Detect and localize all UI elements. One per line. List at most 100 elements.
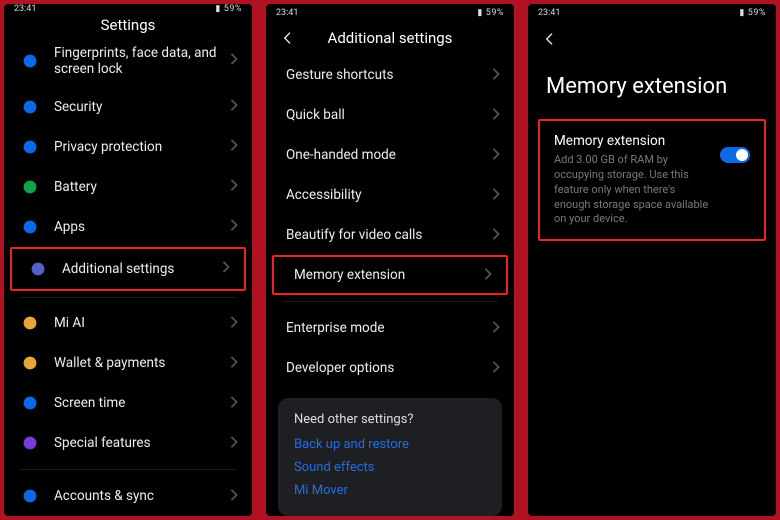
settings-item-label: Accounts & sync — [54, 488, 230, 504]
settings-item-label: Battery — [54, 179, 230, 195]
settings-item[interactable]: Accessibility — [266, 175, 514, 215]
settings-item[interactable]: Fingerprints, face data, and screen lock — [4, 35, 252, 87]
star-icon — [20, 433, 40, 453]
chevron-right-icon — [230, 219, 238, 234]
battery-percent: 59% — [224, 4, 242, 14]
settings-item[interactable]: Beautify for video calls — [266, 215, 514, 255]
divider — [20, 469, 236, 470]
chevron-right-icon — [492, 148, 500, 163]
settings-item[interactable]: Mi AI — [4, 303, 252, 343]
sliders-icon — [28, 259, 48, 279]
settings-list: Fingerprints, face data, and screen lock… — [4, 35, 252, 291]
settings-item-label: Security — [54, 99, 230, 115]
page-title: Additional settings — [296, 29, 484, 47]
timer-icon — [20, 393, 40, 413]
chevron-right-icon — [230, 356, 238, 371]
settings-item-label: Accessibility — [286, 187, 492, 203]
back-button[interactable] — [542, 31, 558, 47]
shield-icon — [20, 97, 40, 117]
settings-item[interactable]: Special features — [4, 423, 252, 463]
chevron-right-icon — [230, 99, 238, 114]
ai-icon — [20, 313, 40, 333]
settings-item-label: Developer options — [286, 360, 492, 376]
card-heading: Need other settings? — [294, 412, 486, 427]
settings-item-label: Memory extension — [294, 267, 484, 283]
settings-item[interactable]: Quick ball — [266, 95, 514, 135]
battery-icon: ▮ — [477, 8, 482, 18]
header: Settings — [4, 15, 252, 35]
settings-item[interactable]: Enterprise mode — [266, 308, 514, 348]
memory-extension-row[interactable]: Memory extension Add 3.00 GB of RAM by o… — [538, 119, 766, 241]
chevron-right-icon — [492, 361, 500, 376]
chevron-right-icon — [230, 489, 238, 504]
status-time: 23:41 — [276, 8, 298, 18]
settings-item-label: Screen time — [54, 395, 230, 411]
memory-extension-label: Memory extension — [554, 133, 712, 149]
status-bar: 23:41 ▮ 59% — [266, 4, 514, 22]
settings-item[interactable]: Gesture shortcuts — [266, 55, 514, 95]
battery-percent: 59% — [486, 8, 504, 18]
link-backup-restore[interactable]: Back up and restore — [294, 437, 486, 452]
settings-item[interactable]: Security — [4, 87, 252, 127]
chevron-right-icon — [230, 436, 238, 451]
settings-item[interactable]: Apps — [4, 207, 252, 247]
settings-list-3: Accounts & sync — [4, 476, 252, 516]
battery-icon — [20, 177, 40, 197]
chevron-right-icon — [492, 108, 500, 123]
settings-item[interactable]: Battery — [4, 167, 252, 207]
status-time: 23:41 — [538, 8, 560, 18]
settings-item-label: Enterprise mode — [286, 320, 492, 336]
settings-item-label: Apps — [54, 219, 230, 235]
settings-item-label: Fingerprints, face data, and screen lock — [54, 45, 230, 77]
wallet-icon — [20, 353, 40, 373]
battery-icon: ▮ — [739, 8, 744, 18]
settings-item[interactable]: Memory extension — [272, 255, 508, 295]
chevron-right-icon — [492, 321, 500, 336]
settings-item-label: One-handed mode — [286, 147, 492, 163]
memory-extension-toggle[interactable] — [720, 147, 750, 163]
chevron-right-icon — [484, 268, 492, 283]
settings-item-label: Special features — [54, 435, 230, 451]
settings-item-label: Gesture shortcuts — [286, 67, 492, 83]
battery-percent: 59% — [748, 8, 766, 18]
back-button[interactable] — [280, 30, 296, 46]
header: Additional settings — [266, 22, 514, 55]
link-sound-effects[interactable]: Sound effects — [294, 460, 486, 475]
settings-item-label: Beautify for video calls — [286, 227, 492, 243]
gear-icon — [20, 217, 40, 237]
page-title: Settings — [18, 16, 238, 34]
settings-item[interactable]: Developer options — [266, 348, 514, 388]
page-title: Memory extension — [528, 56, 776, 111]
settings-item-label: Additional settings — [62, 261, 222, 277]
status-icons: ▮ 59% — [477, 8, 504, 18]
link-mi-mover[interactable]: Mi Mover — [294, 483, 486, 498]
settings-item-label: Privacy protection — [54, 139, 230, 155]
chevron-right-icon — [230, 316, 238, 331]
status-bar: 23:41 ▮ 59% — [4, 4, 252, 15]
status-icons: ▮ 59% — [739, 8, 766, 18]
chevron-right-icon — [492, 188, 500, 203]
settings-item[interactable]: Screen time — [4, 383, 252, 423]
chevron-right-icon — [222, 261, 230, 276]
settings-item[interactable]: One-handed mode — [266, 135, 514, 175]
settings-item[interactable]: Wallet & payments — [4, 343, 252, 383]
divider — [20, 297, 236, 298]
settings-item[interactable]: Privacy protection — [4, 127, 252, 167]
additional-settings-screen: 23:41 ▮ 59% Additional settings Gesture … — [266, 4, 514, 516]
header — [528, 22, 776, 56]
status-time: 23:41 — [14, 4, 36, 14]
settings-screen: 23:41 ▮ 59% Settings Fingerprints, face … — [4, 4, 252, 516]
need-other-settings-card: Need other settings? Back up and restore… — [278, 398, 502, 516]
fingerprint-icon — [20, 51, 40, 71]
settings-item[interactable]: Additional settings — [10, 247, 246, 291]
chevron-right-icon — [230, 53, 238, 68]
settings-item[interactable]: Accounts & sync — [4, 476, 252, 516]
settings-item-label: Mi AI — [54, 315, 230, 331]
divider — [282, 301, 498, 302]
settings-list: Gesture shortcuts Quick ball One-handed mo… — [266, 55, 514, 295]
chevron-right-icon — [492, 68, 500, 83]
chevron-right-icon — [230, 179, 238, 194]
status-icons: ▮ 59% — [215, 4, 242, 14]
battery-icon: ▮ — [215, 4, 220, 14]
chevron-right-icon — [230, 396, 238, 411]
